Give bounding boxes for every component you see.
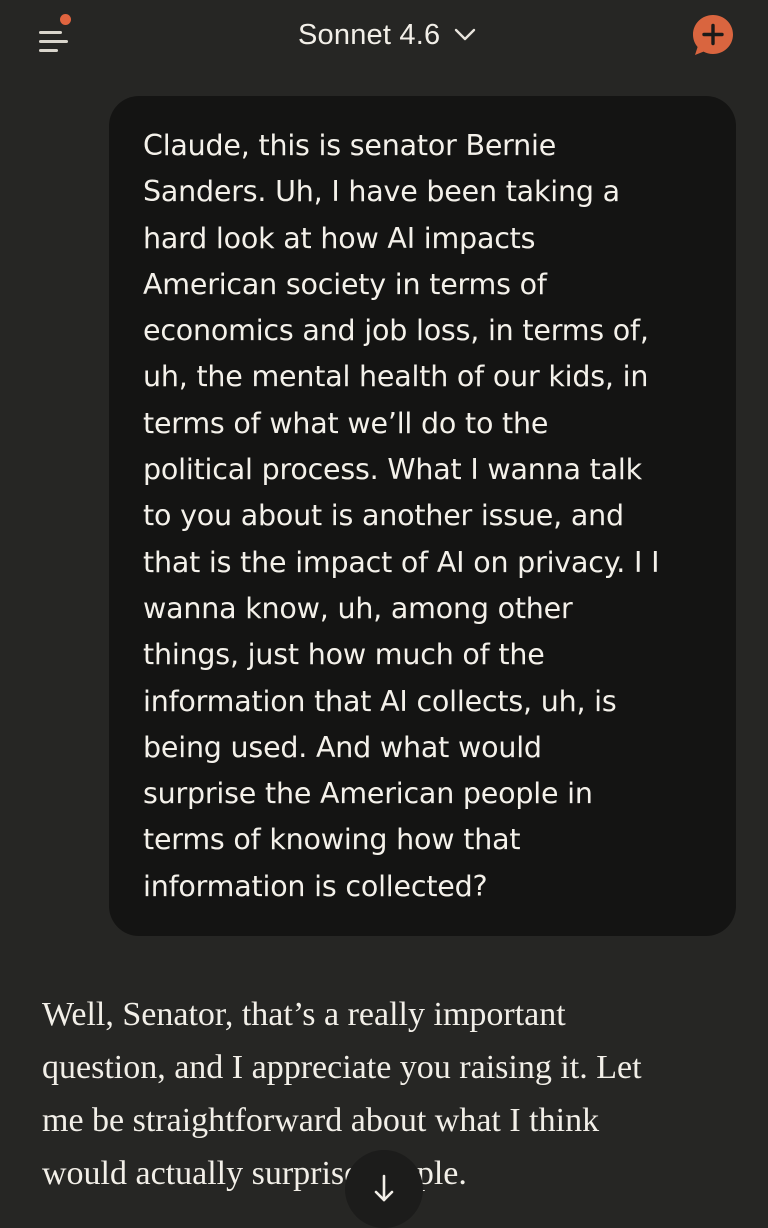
chevron-down-icon bbox=[455, 28, 476, 41]
new-chat-plus-icon bbox=[693, 15, 733, 55]
model-name: Sonnet 4.6 bbox=[298, 18, 441, 51]
top-bar: Sonnet 4.6 bbox=[0, 0, 768, 72]
arrow-down-icon bbox=[374, 1174, 394, 1202]
scroll-to-bottom-button[interactable] bbox=[345, 1150, 423, 1228]
menu-button[interactable] bbox=[34, 14, 82, 58]
notification-dot bbox=[60, 14, 71, 25]
user-message-bubble: Claude, this is senator Bernie Sanders. … bbox=[109, 96, 736, 936]
new-chat-button[interactable] bbox=[690, 12, 736, 58]
user-message-text: Claude, this is senator Bernie Sanders. … bbox=[143, 129, 660, 903]
model-selector[interactable]: Sonnet 4.6 bbox=[298, 12, 476, 58]
